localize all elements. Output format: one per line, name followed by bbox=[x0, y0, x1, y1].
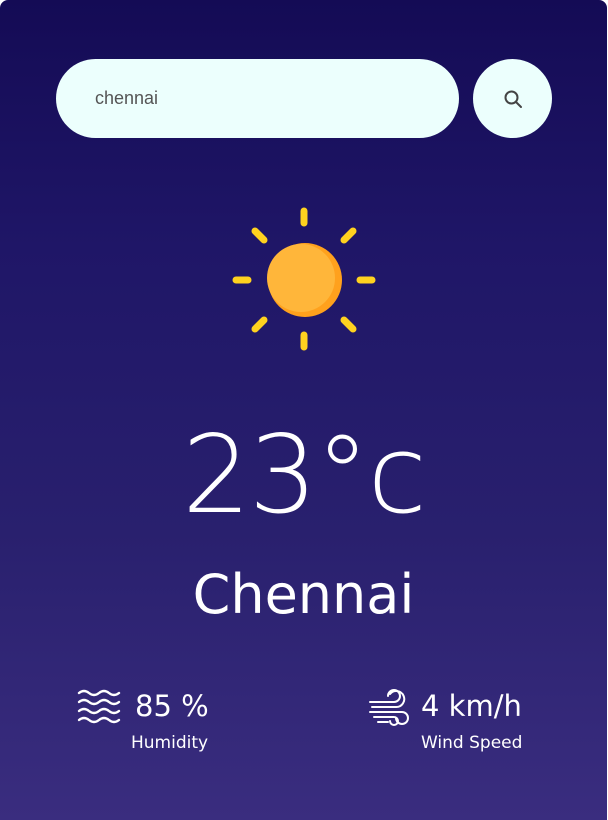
sun-icon bbox=[232, 207, 376, 351]
weather-card: 23°c Chennai 85 % Humidity 4 km/h Wind S… bbox=[0, 0, 607, 820]
wind-icon bbox=[369, 689, 409, 726]
humidity-value: 85 % bbox=[135, 689, 209, 723]
humidity-label: Humidity bbox=[131, 733, 209, 753]
wind-speed-label: Wind Speed bbox=[421, 733, 523, 753]
city-name: Chennai bbox=[192, 563, 415, 626]
humidity-icon bbox=[77, 689, 121, 724]
search-button[interactable] bbox=[473, 59, 552, 138]
search-box[interactable] bbox=[56, 59, 459, 138]
search-input[interactable] bbox=[95, 88, 425, 109]
search-icon bbox=[504, 90, 522, 108]
temperature: 23°c bbox=[182, 413, 427, 538]
wind-speed-value: 4 km/h bbox=[421, 689, 522, 723]
